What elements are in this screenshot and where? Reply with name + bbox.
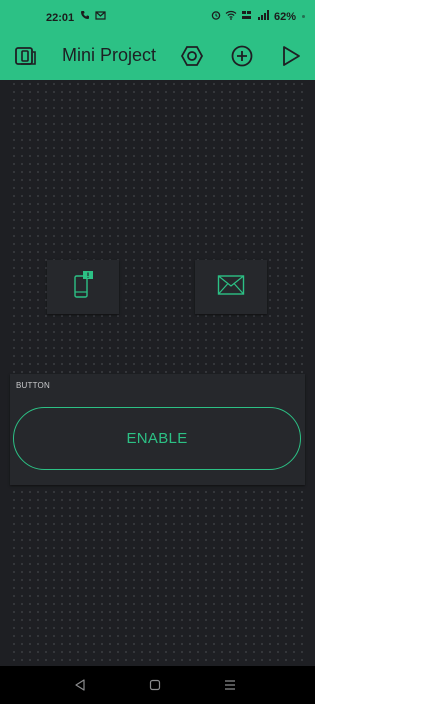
add-widget-icon[interactable] xyxy=(228,42,256,70)
recents-icon[interactable] xyxy=(220,676,240,694)
button-widget[interactable]: BUTTON ENABLE xyxy=(10,374,305,485)
back-icon[interactable] xyxy=(70,676,90,694)
alarm-icon xyxy=(211,10,221,23)
status-bar: 22:01 62% xyxy=(0,0,315,32)
dashboard-canvas[interactable]: BUTTON ENABLE xyxy=(10,80,305,666)
wifi-icon xyxy=(225,10,237,23)
notification-dot-icon xyxy=(302,15,305,18)
status-left-icons xyxy=(80,10,106,23)
settings-hexagon-icon[interactable] xyxy=(178,42,206,70)
battery-level: 62% xyxy=(273,10,296,23)
project-title: Mini Project xyxy=(62,45,157,65)
volte-icon xyxy=(241,10,253,23)
enable-button[interactable]: ENABLE xyxy=(13,407,301,470)
button-widget-label: BUTTON xyxy=(16,381,50,390)
notification-widget[interactable] xyxy=(47,260,119,314)
mail-icon xyxy=(95,10,106,23)
phone-notification-icon xyxy=(69,270,97,305)
status-time: 22:01 xyxy=(46,12,75,24)
play-icon[interactable] xyxy=(276,42,304,70)
phone-call-icon xyxy=(80,10,90,23)
envelope-icon xyxy=(217,274,245,301)
email-widget[interactable] xyxy=(195,260,267,314)
navigation-bar xyxy=(0,666,315,704)
status-right: 62% xyxy=(211,10,305,23)
phone-screen: 22:01 62% Mini Project BUTTON ENABLE xyxy=(0,0,315,704)
home-icon[interactable] xyxy=(145,676,165,694)
device-switch-icon[interactable] xyxy=(11,42,39,70)
app-bar: Mini Project xyxy=(0,32,315,80)
signal-icon xyxy=(257,10,270,23)
